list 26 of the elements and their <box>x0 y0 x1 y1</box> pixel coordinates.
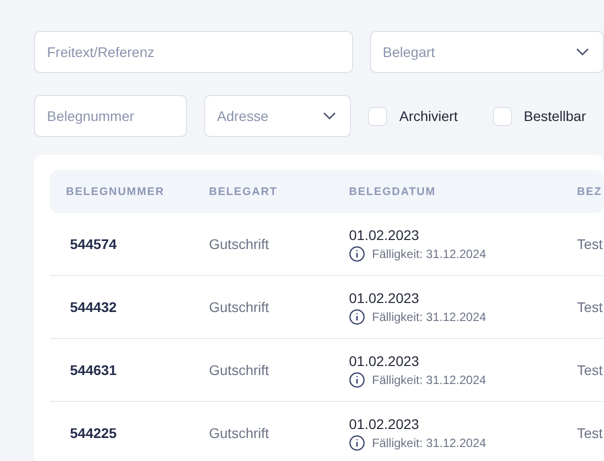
document-type: Gutschrift <box>209 425 270 441</box>
document-type: Gutschrift <box>209 299 270 315</box>
due-date: Fälligkeit: 31.12.2024 <box>372 310 486 324</box>
table-cell: Test <box>577 299 604 315</box>
freetext-field[interactable]: Freitext/Referenz <box>34 31 353 73</box>
table-cell: Test <box>577 236 604 252</box>
checkbox-label: Archiviert <box>399 108 458 124</box>
document-type: Gutschrift <box>209 362 270 378</box>
checkbox-label: Bestellbar <box>524 108 586 124</box>
document-type: Gutschrift <box>209 236 270 252</box>
due-date: Fälligkeit: 31.12.2024 <box>372 436 486 450</box>
column-header: BEZ <box>577 186 603 198</box>
number-field[interactable]: Belegnummer <box>34 95 187 137</box>
due-date: Fälligkeit: 31.12.2024 <box>372 372 486 386</box>
table-cell: Test <box>577 362 604 378</box>
table-cell: Test <box>577 425 604 441</box>
document-date: 01.02.2023 <box>349 352 420 368</box>
document-date: 01.02.2023 <box>349 416 420 432</box>
column-header: BELEGNUMMER <box>66 186 166 198</box>
column-header: BELEGDATUM <box>349 186 437 198</box>
type-select[interactable]: Belegart <box>370 31 604 73</box>
address-select[interactable]: Adresse <box>204 95 352 137</box>
due-date: Fälligkeit: 31.12.2024 <box>372 246 486 260</box>
column-header: BELEGART <box>209 186 278 198</box>
document-date: 01.02.2023 <box>349 290 420 306</box>
document-date: 01.02.2023 <box>349 226 420 242</box>
